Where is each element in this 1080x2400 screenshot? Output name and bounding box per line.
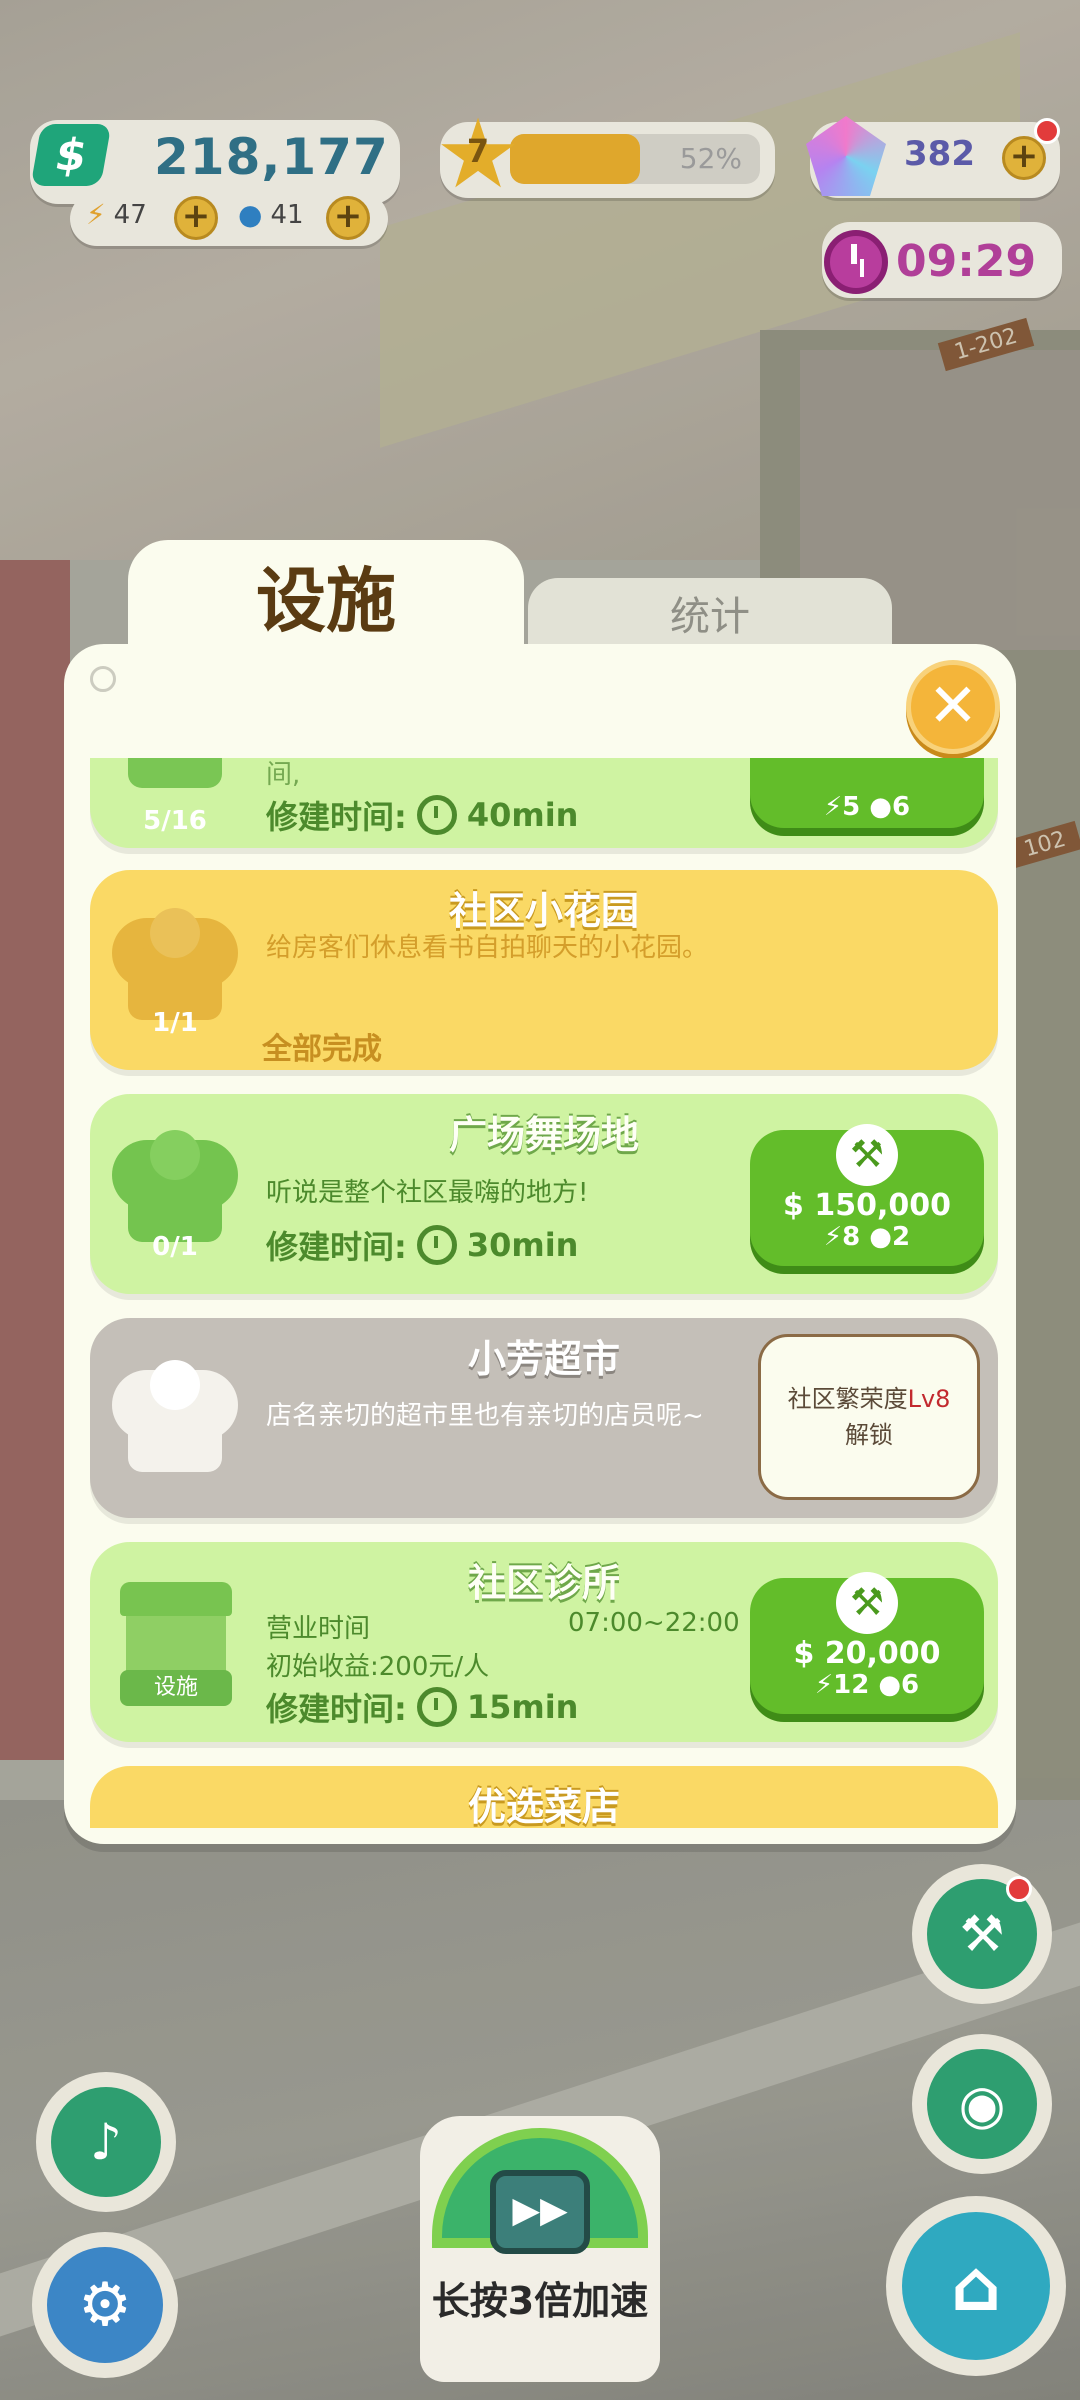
build-button[interactable]: ⚒ $ 20,000 ⚡12 ●6 [750, 1572, 984, 1714]
home-button[interactable]: ⌂ [886, 2196, 1066, 2376]
facility-card-supermarket: 小芳超市 店名亲切的超市里也有亲切的店员呢~ 社区繁荣度Lv8 解锁 [90, 1318, 998, 1518]
facility-card-clinic: 社区诊所 设施 营业时间 07:00~22:00 初始收益:200元/人 修建时… [90, 1542, 998, 1742]
unlock-condition: 社区繁荣度 [787, 1385, 908, 1413]
facility-thumbnail [112, 1122, 238, 1248]
facility-title: 优选菜店 [467, 1785, 620, 1828]
shop-icon: 设施 [120, 1582, 232, 1706]
build-cost-money: $ 20,000 [793, 1636, 941, 1671]
timer-icon [416, 795, 457, 835]
facility-description: 间, [266, 760, 301, 790]
notification-dot [1034, 118, 1060, 144]
facility-card: 5/16 间, 修建时间: 40min ⚡5 ●6 [90, 758, 998, 848]
build-time-label: 修建时间: [266, 1228, 407, 1266]
build-time-value: 15min [466, 1688, 579, 1726]
facility-description: 给房客们休息看书自拍聊天的小花园。 [266, 933, 709, 963]
speed-up-label: 长按3倍加速 [431, 2279, 649, 2323]
facility-description: 店名亲切的超市里也有亲切的店员呢~ [266, 1401, 704, 1431]
hammer-icon: ⚒ [836, 1572, 898, 1634]
xp-bar: 52% [510, 134, 760, 184]
energy-value: 47 [113, 199, 147, 230]
build-time: 修建时间: 15min [266, 1684, 578, 1730]
bell-icon: ♪ [51, 2087, 161, 2197]
cost-water: 2 [892, 1222, 911, 1252]
xp-percent: 52% [679, 142, 742, 175]
hammer-icon: ⚒ [836, 1124, 898, 1186]
build-time: 修建时间: 30min [266, 1222, 578, 1268]
cost-water: 6 [892, 792, 911, 822]
xp-bar-fill [510, 134, 640, 184]
facility-thumbnail [112, 758, 238, 794]
clock-icon [824, 230, 888, 294]
cost-water: 6 [901, 1670, 920, 1700]
facility-count: 0/1 [152, 1232, 198, 1262]
water-drop-icon: ● [238, 198, 263, 231]
panel-corner-icon [90, 666, 116, 692]
house-icon: ⌂ [902, 2212, 1050, 2360]
opening-hours: 07:00~22:00 [568, 1608, 740, 1638]
add-gems-button[interactable]: + [1002, 136, 1046, 180]
facility-tag: 设施 [120, 1670, 232, 1706]
build-cost-resources: ⚡5 ●6 [823, 792, 911, 822]
cost-energy: 5 [842, 792, 861, 822]
timer-icon [416, 1687, 457, 1727]
facility-status: 全部完成 [262, 1032, 382, 1067]
build-cost-resources: ⚡8 ●2 [823, 1222, 911, 1252]
settings-button[interactable]: ⚙ [32, 2232, 178, 2378]
build-button[interactable]: ⚡5 ●6 [750, 758, 984, 828]
build-cost-resources: ⚡12 ●6 [814, 1670, 920, 1700]
facility-list[interactable]: 5/16 间, 修建时间: 40min ⚡5 ●6 社区小花园 1/1 给房客们… [90, 758, 1000, 1828]
initial-income: 初始收益:200元/人 [266, 1652, 490, 1682]
tv-fast-forward-icon: ▶▶ [490, 2170, 590, 2254]
facility-thumbnail [112, 1352, 238, 1478]
build-time-value: 40min [466, 796, 579, 834]
opening-hours-label: 营业时间 [266, 1614, 371, 1644]
unlock-level: Lv8 [907, 1385, 951, 1413]
energy-counter: ⚡ 47 [86, 198, 147, 231]
gem-value: 382 [904, 134, 975, 174]
notifications-button[interactable]: ♪ [36, 2072, 176, 2212]
add-energy-button[interactable]: + [174, 196, 218, 240]
facility-count: 1/1 [152, 1008, 198, 1038]
lightning-icon: ⚡ [86, 198, 106, 231]
build-time-label: 修建时间: [266, 1690, 407, 1728]
build-time-label: 修建时间: [266, 798, 407, 836]
water-counter: ● 41 [238, 198, 304, 231]
money-value: 218,177 [154, 128, 389, 186]
close-button[interactable]: ✕ [906, 660, 1000, 754]
facility-card-garden: 社区小花园 1/1 给房客们休息看书自拍聊天的小花园。 全部完成 [90, 870, 998, 1070]
build-button[interactable]: ⚒ $ 150,000 ⚡8 ●2 [750, 1124, 984, 1266]
tools-notification-dot [1006, 1876, 1032, 1902]
cost-energy: 12 [833, 1670, 870, 1700]
tab-stats[interactable]: 统计 [528, 578, 892, 648]
build-time: 修建时间: 40min [266, 792, 578, 838]
speed-up-button[interactable]: ▶▶ 长按3倍加速 [420, 2116, 660, 2382]
location-button[interactable]: ◉ [912, 2034, 1052, 2174]
facility-description: 听说是整个社区最嗨的地方! [266, 1178, 589, 1208]
cost-energy: 8 [842, 1222, 861, 1252]
build-time-value: 30min [466, 1226, 579, 1264]
unlock-requirement: 社区繁荣度Lv8 解锁 [758, 1334, 980, 1500]
facility-card-veggie-shop: 优选菜店 [90, 1766, 998, 1828]
unlock-label: 解锁 [845, 1421, 893, 1449]
cash-icon: $ [30, 124, 112, 186]
add-water-button[interactable]: + [326, 196, 370, 240]
timer-icon [416, 1225, 457, 1265]
facility-card-dance-floor: 广场舞场地 0/1 听说是整个社区最嗨的地方! 修建时间: 30min ⚒ $ … [90, 1094, 998, 1294]
level-number: 7 [466, 132, 490, 170]
timer-value: 09:29 [896, 236, 1037, 287]
build-cost-money: $ 150,000 [783, 1188, 951, 1223]
map-pin-icon: ◉ [927, 2049, 1037, 2159]
tab-facilities[interactable]: 设施 [128, 540, 524, 650]
facility-count: 5/16 [143, 806, 207, 836]
gear-icon: ⚙ [47, 2247, 163, 2363]
water-value: 41 [270, 199, 304, 230]
